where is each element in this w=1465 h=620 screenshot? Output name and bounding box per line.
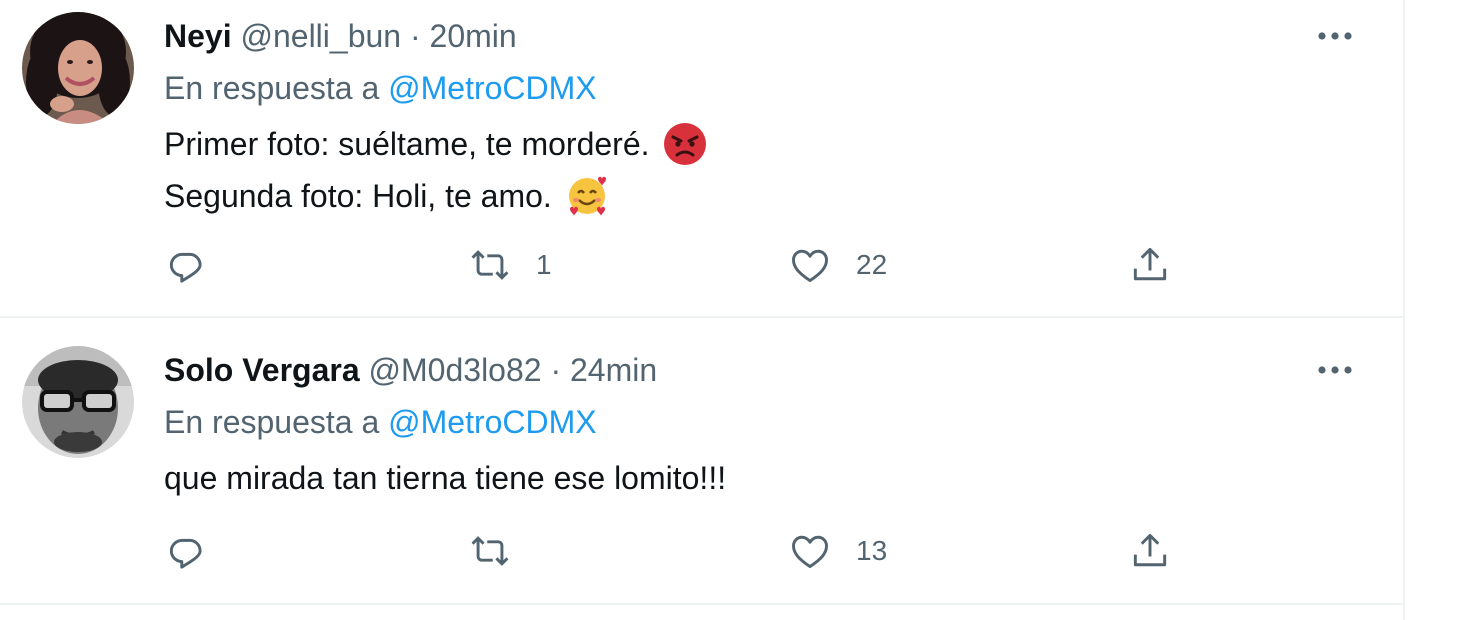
separator-dot: · <box>550 352 562 388</box>
tweet-text: que mirada tan tierna tiene ese lomito!!… <box>164 452 726 504</box>
retweet-button[interactable]: 1 <box>468 240 552 290</box>
like-count: 13 <box>856 535 888 566</box>
reply-context: En respuesta a @MetroCDMX <box>164 68 597 108</box>
heart-icon <box>792 249 828 283</box>
tweet-line-1: que mirada tan tierna tiene ese lomito!!… <box>164 460 727 496</box>
share-upload-icon <box>1133 247 1167 281</box>
retweet-count: 1 <box>536 249 552 280</box>
reply-button[interactable] <box>164 240 208 290</box>
display-name[interactable]: Neyi <box>164 18 232 54</box>
tweet-header: Neyi @nelli_bun · 20min <box>164 16 517 56</box>
share-button[interactable] <box>1128 526 1172 576</box>
share-upload-icon <box>1133 533 1167 567</box>
avatar[interactable] <box>22 346 134 458</box>
user-handle[interactable]: @nelli_bun <box>240 18 401 54</box>
more-options-button[interactable] <box>1315 354 1355 386</box>
reply-button[interactable] <box>164 526 208 576</box>
user-handle[interactable]: @M0d3lo82 <box>369 352 542 388</box>
reply-bubble-icon <box>169 538 202 569</box>
reply-prefix: En respuesta a <box>164 404 380 440</box>
smiling-face-with-hearts-emoji <box>564 173 610 219</box>
reply-mention-link[interactable]: @MetroCDMX <box>388 70 597 106</box>
retweet-button[interactable] <box>468 526 536 576</box>
tweet-header: Solo Vergara @M0d3lo82 · 24min <box>164 350 657 390</box>
like-button[interactable]: 22 <box>788 240 887 290</box>
heart-icon <box>792 535 828 569</box>
like-count: 22 <box>856 249 888 280</box>
tweet-line-1: Primer foto: suéltame, te morderé. <box>164 126 650 162</box>
angry-face-emoji <box>662 121 708 167</box>
reply-prefix: En respuesta a <box>164 70 380 106</box>
tweet-solo-vergara[interactable]: Solo Vergara @M0d3lo82 · 24min En respue… <box>0 318 1403 605</box>
timestamp[interactable]: 24min <box>570 352 657 388</box>
tweet-neyi[interactable]: Neyi @nelli_bun · 20min En respuesta a @… <box>0 0 1403 318</box>
separator-dot: · <box>409 18 421 54</box>
tweet-text: Primer foto: suéltame, te morderé. Segun… <box>164 118 708 222</box>
reply-bubble-icon <box>169 252 202 283</box>
tweet-actions: 13 <box>164 526 1184 576</box>
reply-context: En respuesta a @MetroCDMX <box>164 402 597 442</box>
more-options-button[interactable] <box>1315 20 1355 52</box>
retweet-icon <box>471 536 509 566</box>
share-button[interactable] <box>1128 240 1172 290</box>
more-horizontal-icon <box>1318 32 1352 40</box>
tweet-line-2: Segunda foto: Holi, te amo. <box>164 178 552 214</box>
display-name[interactable]: Solo Vergara <box>164 352 360 388</box>
retweet-icon <box>471 250 509 280</box>
replies-feed: Neyi @nelli_bun · 20min En respuesta a @… <box>0 0 1405 620</box>
timestamp[interactable]: 20min <box>430 18 517 54</box>
like-button[interactable]: 13 <box>788 526 887 576</box>
tweet-actions: 1 22 <box>164 240 1184 290</box>
avatar[interactable] <box>22 12 134 124</box>
reply-mention-link[interactable]: @MetroCDMX <box>388 404 597 440</box>
more-horizontal-icon <box>1318 366 1352 374</box>
